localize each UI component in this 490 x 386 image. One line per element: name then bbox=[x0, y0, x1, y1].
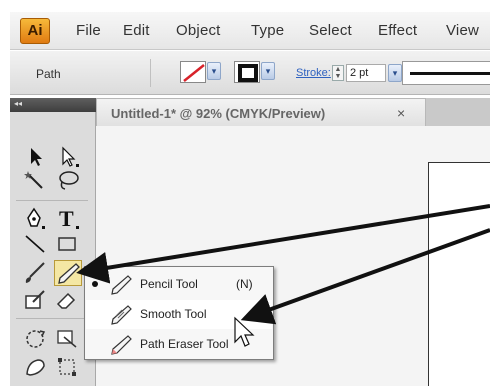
callout-arrow-pencil bbox=[76, 204, 490, 284]
illustrator-window: Ai File Edit Object Type Select Effect V… bbox=[0, 0, 490, 386]
mouse-cursor-icon bbox=[234, 316, 255, 347]
annotation-overlay bbox=[76, 204, 490, 347]
callout-arrow-smooth bbox=[240, 228, 490, 325]
